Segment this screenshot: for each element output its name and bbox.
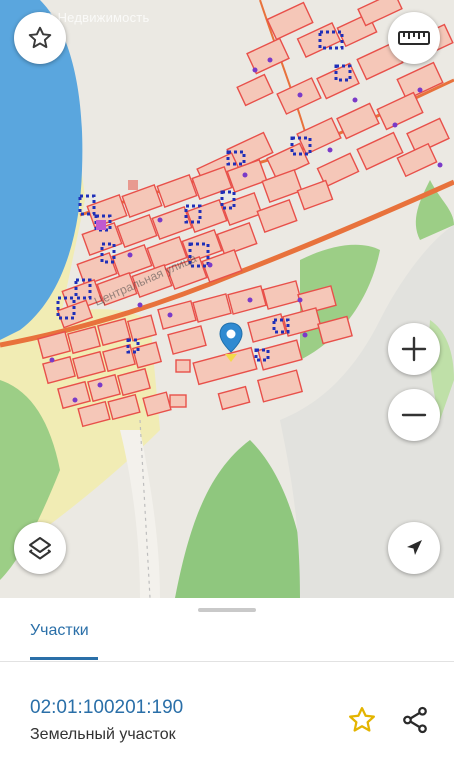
layers-button[interactable] (14, 522, 66, 574)
zoom-out-button[interactable] (388, 389, 440, 441)
zoom-in-button[interactable] (388, 323, 440, 375)
plus-icon (401, 336, 427, 362)
bottom-sheet: Участки 02:01:100201:190 Земельный участ… (0, 598, 454, 768)
ruler-button[interactable] (388, 12, 440, 64)
tab-active-indicator (30, 657, 98, 660)
cadastral-number[interactable]: 02:01:100201:190 (30, 697, 183, 719)
navigation-arrow-icon (407, 540, 422, 555)
share-button[interactable] (397, 702, 433, 738)
sheet-drag-handle[interactable] (198, 608, 256, 612)
divider (0, 661, 454, 662)
star-outline-icon (28, 26, 52, 49)
tab-parcels[interactable]: Участки (30, 622, 89, 640)
favorite-map-button[interactable] (14, 12, 66, 64)
minus-icon (401, 413, 427, 417)
map-canvas[interactable] (0, 0, 454, 598)
location-pin-icon[interactable] (218, 322, 244, 362)
share-icon (403, 706, 427, 734)
map-view[interactable]: © Недвижимость Центральная улица (0, 0, 454, 598)
parcel-type: Земельный участок (30, 726, 176, 743)
locate-button[interactable] (388, 522, 440, 574)
favorite-parcel-button[interactable] (344, 702, 380, 738)
ruler-icon (398, 31, 430, 45)
layers-icon (29, 537, 51, 560)
star-outline-icon (349, 707, 375, 732)
